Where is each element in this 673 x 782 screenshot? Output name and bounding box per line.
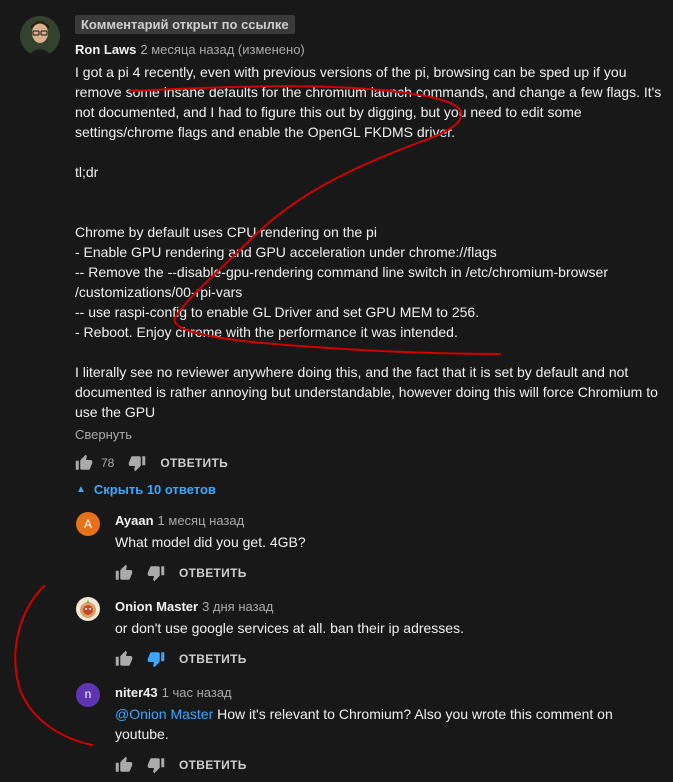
comment-line: tl;dr [75, 164, 99, 180]
comment-actions: ОТВЕТИТЬ [115, 753, 247, 777]
comment-line: not documented, and I had to figure this… [75, 104, 582, 120]
chevron-up-icon: ▲ [76, 484, 86, 495]
comment-header: Ron Laws 2 месяца назад (изменено) [75, 41, 305, 59]
user-mention[interactable]: @Onion Master [115, 706, 213, 722]
avatar[interactable] [20, 16, 60, 56]
author-name[interactable]: Ayaan [115, 513, 154, 528]
thumbs-down-icon[interactable] [128, 454, 146, 472]
collapse-link[interactable]: Свернуть [75, 427, 132, 442]
comment-line: -- Remove the --disable-gpu-rendering co… [75, 264, 608, 280]
comment-line: use the GPU [75, 404, 156, 420]
comment-line: documented is rather annoying but unders… [75, 384, 658, 400]
reply-header: Onion Master 3 дня назад [115, 598, 273, 616]
comment-line: - Enable GPU rendering and GPU accelerat… [75, 244, 497, 260]
comment-time[interactable]: 2 месяца назад (изменено) [140, 42, 304, 57]
reply-button[interactable]: ОТВЕТИТЬ [179, 652, 247, 666]
comment-line [75, 202, 670, 222]
thumbs-up-icon[interactable] [115, 756, 133, 774]
hide-replies-button[interactable]: ▲ Скрыть 10 ответов [76, 482, 216, 497]
author-name[interactable]: Ron Laws [75, 42, 136, 57]
comment-line: - Reboot. Enjoy chrome with the performa… [75, 324, 458, 340]
comment-line [75, 342, 670, 362]
comment-line [75, 142, 670, 162]
comment-line: remove some insane defaults for the chro… [75, 84, 662, 100]
comment-time[interactable]: 1 час назад [162, 685, 232, 700]
reply-text: or don't use google services at all. ban… [115, 620, 464, 636]
author-name[interactable]: niter43 [115, 685, 158, 700]
reply-header: Ayaan 1 месяц назад [115, 512, 244, 530]
comment-actions: 78 ОТВЕТИТЬ [75, 451, 228, 475]
comment-time[interactable]: 1 месяц назад [158, 513, 245, 528]
comment-line: I literally see no reviewer anywhere doi… [75, 364, 629, 380]
thumbs-down-icon[interactable] [147, 756, 165, 774]
comment-actions: ОТВЕТИТЬ [115, 561, 247, 585]
user-photo-icon [20, 16, 60, 56]
author-name[interactable]: Onion Master [115, 599, 198, 614]
thumbs-up-icon[interactable] [115, 650, 133, 668]
comment-line: I got a pi 4 recently, even with previou… [75, 64, 627, 80]
avatar[interactable]: A [76, 512, 100, 536]
comment-actions: ОТВЕТИТЬ [115, 647, 247, 671]
reply-text: What model did you get. 4GB? [115, 534, 306, 550]
comment-time[interactable]: 3 дня назад [202, 599, 273, 614]
reply-button[interactable]: ОТВЕТИТЬ [179, 566, 247, 580]
reply-button[interactable]: ОТВЕТИТЬ [160, 456, 228, 470]
like-count: 78 [101, 456, 115, 470]
comment-line: /customizations/00-rpi-vars [75, 284, 243, 300]
comment-line [75, 182, 670, 202]
thumbs-up-icon[interactable] [75, 454, 93, 472]
reply-header: niter43 1 час назад [115, 684, 232, 702]
avatar[interactable] [76, 597, 100, 621]
hide-replies-label: Скрыть 10 ответов [93, 482, 216, 497]
comment-line: settings/chrome flags and enable the Ope… [75, 124, 456, 140]
comment-line: Chrome by default uses CPU rendering on … [75, 224, 377, 240]
thumbs-down-icon[interactable] [147, 564, 165, 582]
reply-text: @Onion Master How it's relevant to Chrom… [115, 704, 665, 744]
avatar[interactable]: n [76, 683, 100, 707]
thumbs-up-icon[interactable] [115, 564, 133, 582]
comment-line: -- use raspi-config to enable GL Driver … [75, 304, 480, 320]
reply-button[interactable]: ОТВЕТИТЬ [179, 758, 247, 772]
thumbs-down-icon-active[interactable] [147, 650, 165, 668]
comment-body: I got a pi 4 recently, even with previou… [75, 62, 670, 422]
linked-comment-badge: Комментарий открыт по ссылке [75, 15, 295, 34]
onion-avatar-icon [80, 599, 96, 618]
